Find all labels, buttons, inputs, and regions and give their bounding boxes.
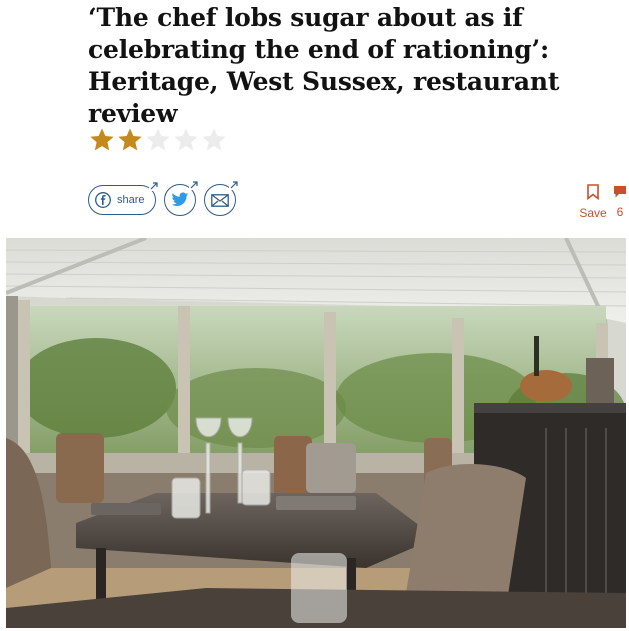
facebook-share-button[interactable]: share [88,181,159,215]
star-rating [88,126,228,154]
bookmark-icon [587,184,599,201]
share-label: share [117,194,145,206]
star-1 [90,128,114,151]
star-2 [118,128,142,151]
star-icon [174,128,198,151]
save-label: Save [579,206,607,220]
twitter-share-button[interactable] [163,180,199,216]
restaurant-photo [6,238,626,628]
restaurant-interior-image [6,238,626,628]
comments-button[interactable]: 6 [612,184,628,219]
share-bar: share [88,180,239,216]
twitter-icon [171,192,188,207]
external-arrow-icon [148,181,159,191]
article-headline: ‘The chef lobs sugar about as if celebra… [88,3,560,128]
star-icon [202,128,226,151]
comments-count: 6 [616,205,624,219]
star-icon [118,128,142,151]
external-arrow-icon [228,180,239,190]
star-icon [146,128,170,151]
save-button[interactable]: Save [576,184,610,220]
star-4 [174,128,198,151]
star-5 [202,128,226,151]
star-3 [146,128,170,151]
comment-icon [614,186,626,198]
email-icon [210,193,229,207]
external-arrow-icon [188,180,199,190]
star-icon [90,128,114,151]
facebook-icon [95,192,111,208]
email-share-button[interactable] [203,180,239,216]
